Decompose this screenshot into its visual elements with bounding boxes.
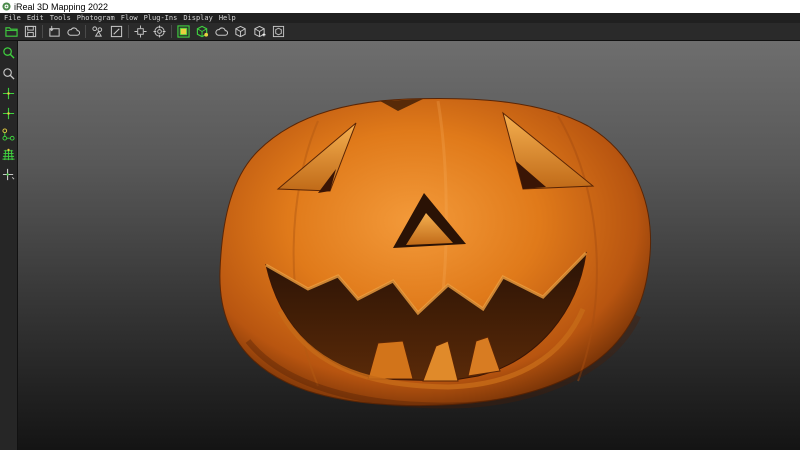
menu-edit[interactable]: Edit — [24, 13, 47, 23]
crosshair-icon — [2, 87, 15, 100]
cloud-button[interactable] — [66, 24, 81, 39]
menu-flow[interactable]: Flow — [118, 13, 141, 23]
save-icon — [24, 25, 37, 38]
select-button[interactable] — [1, 45, 16, 60]
app-logo-icon — [2, 2, 11, 11]
edit-box-button[interactable] — [109, 24, 124, 39]
main-toolbar — [0, 23, 800, 41]
menu-help[interactable]: Help — [216, 13, 239, 23]
toolbar-separator — [85, 25, 86, 38]
3d-viewport[interactable] — [18, 41, 800, 450]
target-icon — [153, 25, 166, 38]
left-tool-sidebar — [0, 41, 18, 450]
edit-box-icon — [110, 25, 123, 38]
menu-bar: File Edit Tools Photogram Flow Plug-Ins … — [0, 13, 800, 23]
menu-file[interactable]: File — [0, 13, 24, 23]
align-button[interactable] — [176, 24, 191, 39]
axis-icon — [2, 168, 15, 181]
paint-button[interactable] — [90, 24, 105, 39]
pumpkin-model — [219, 97, 651, 409]
move-icon — [134, 25, 147, 38]
window-title: iReal 3D Mapping 2022 — [14, 1, 109, 12]
paint-icon — [92, 26, 103, 37]
zoom-button[interactable] — [1, 66, 16, 81]
nodes-icon — [2, 128, 15, 141]
move-button[interactable] — [133, 24, 148, 39]
crosshair-alt-button[interactable] — [1, 106, 16, 121]
menu-plug-ins[interactable]: Plug-Ins — [141, 13, 181, 23]
menu-display[interactable]: Display — [180, 13, 216, 23]
target-button[interactable] — [152, 24, 167, 39]
cloud-mesh-button[interactable] — [214, 24, 229, 39]
crosshair-button[interactable] — [1, 86, 16, 101]
merge-button[interactable] — [195, 24, 210, 39]
title-bar: iReal 3D Mapping 2022 — [0, 0, 800, 13]
toolbar-separator — [128, 25, 129, 38]
menu-photogram[interactable]: Photogram — [74, 13, 118, 23]
align-icon — [177, 25, 190, 38]
cube-plus-button[interactable] — [252, 24, 267, 39]
cloud-mesh-icon — [215, 27, 228, 36]
cloud-icon — [67, 27, 80, 36]
merge-icon — [196, 25, 209, 38]
select-icon — [3, 47, 15, 59]
cube-icon — [235, 25, 246, 38]
cube-button[interactable] — [233, 24, 248, 39]
zoom-icon — [3, 68, 15, 80]
open-folder-icon — [5, 27, 18, 37]
grid-button[interactable] — [1, 147, 16, 162]
cube-plus-icon — [254, 25, 266, 38]
grid-icon — [2, 148, 15, 161]
axis-button[interactable] — [1, 167, 16, 182]
save-button[interactable] — [23, 24, 38, 39]
cube-export-button[interactable] — [271, 24, 286, 39]
nodes-button[interactable] — [1, 127, 16, 142]
cube-export-icon — [272, 25, 285, 38]
toolbar-separator — [42, 25, 43, 38]
menu-tools[interactable]: Tools — [47, 13, 74, 23]
import-button[interactable] — [47, 24, 62, 39]
import-icon — [49, 25, 60, 37]
open-folder-button[interactable] — [4, 24, 19, 39]
crosshair-alt-icon — [2, 107, 15, 120]
toolbar-separator — [171, 25, 172, 38]
